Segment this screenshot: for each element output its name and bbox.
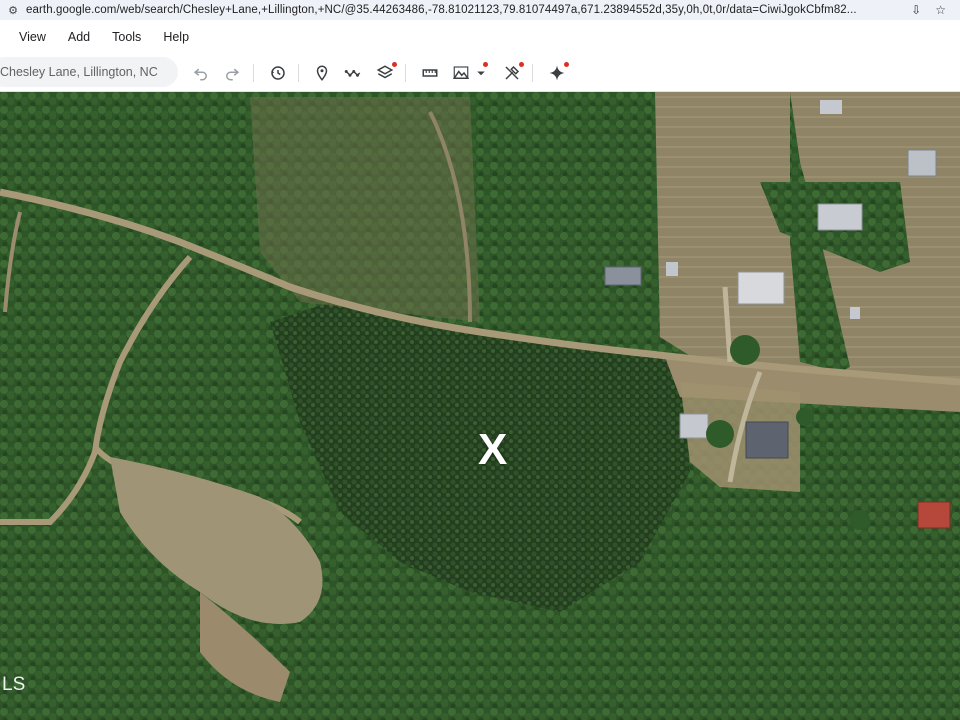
undo-icon [193, 68, 207, 81]
earth-toolbar: Chesley Lane, Lillington, NC [0, 54, 960, 92]
notification-dot [564, 62, 569, 67]
map-marker-x: X [478, 425, 508, 474]
history-button[interactable] [265, 60, 291, 86]
redo-icon [226, 68, 240, 81]
measure-button[interactable] [417, 60, 443, 86]
install-app-icon[interactable]: ⇩ [911, 3, 921, 17]
add-path-button[interactable] [340, 60, 366, 86]
tools-button[interactable] [499, 60, 525, 86]
site-settings-icon[interactable]: ⚙ [0, 4, 26, 17]
notification-dot [392, 62, 397, 67]
bookmark-star-icon[interactable]: ☆ [935, 3, 946, 17]
notification-dot [519, 62, 524, 67]
history-icon [271, 66, 285, 80]
sparkle-icon [549, 65, 565, 81]
toolbar-divider [298, 64, 299, 82]
placemark-icon [316, 65, 328, 81]
layers-button[interactable] [372, 60, 398, 86]
caret-down-icon [477, 71, 485, 76]
menu-view[interactable]: View [19, 30, 46, 44]
satellite-imagery [0, 92, 960, 720]
path-icon [344, 70, 361, 77]
ai-sparkle-button[interactable] [544, 60, 570, 86]
url-text[interactable]: earth.google.com/web/search/Chesley+Lane… [26, 4, 901, 16]
toolbar-divider [253, 64, 254, 82]
layers-icon [376, 65, 394, 79]
terrain-dropdown[interactable] [468, 60, 494, 86]
toolbar-divider [405, 64, 406, 82]
menu-bar: View Add Tools Help [0, 20, 960, 54]
browser-url-bar: ⚙ earth.google.com/web/search/Chesley+La… [0, 0, 960, 20]
menu-tools[interactable]: Tools [112, 30, 141, 44]
satellite-map-view[interactable]: X LS [0, 92, 960, 720]
menu-help[interactable]: Help [163, 30, 189, 44]
search-input[interactable]: Chesley Lane, Lillington, NC [0, 57, 178, 87]
undo-button[interactable] [188, 60, 214, 86]
ruler-icon [422, 69, 438, 77]
map-corner-label: LS [2, 674, 26, 695]
add-placemark-button[interactable] [309, 60, 335, 86]
redo-button[interactable] [219, 60, 245, 86]
toolbar-divider [532, 64, 533, 82]
tools-icon [505, 65, 520, 80]
menu-add[interactable]: Add [68, 30, 90, 44]
